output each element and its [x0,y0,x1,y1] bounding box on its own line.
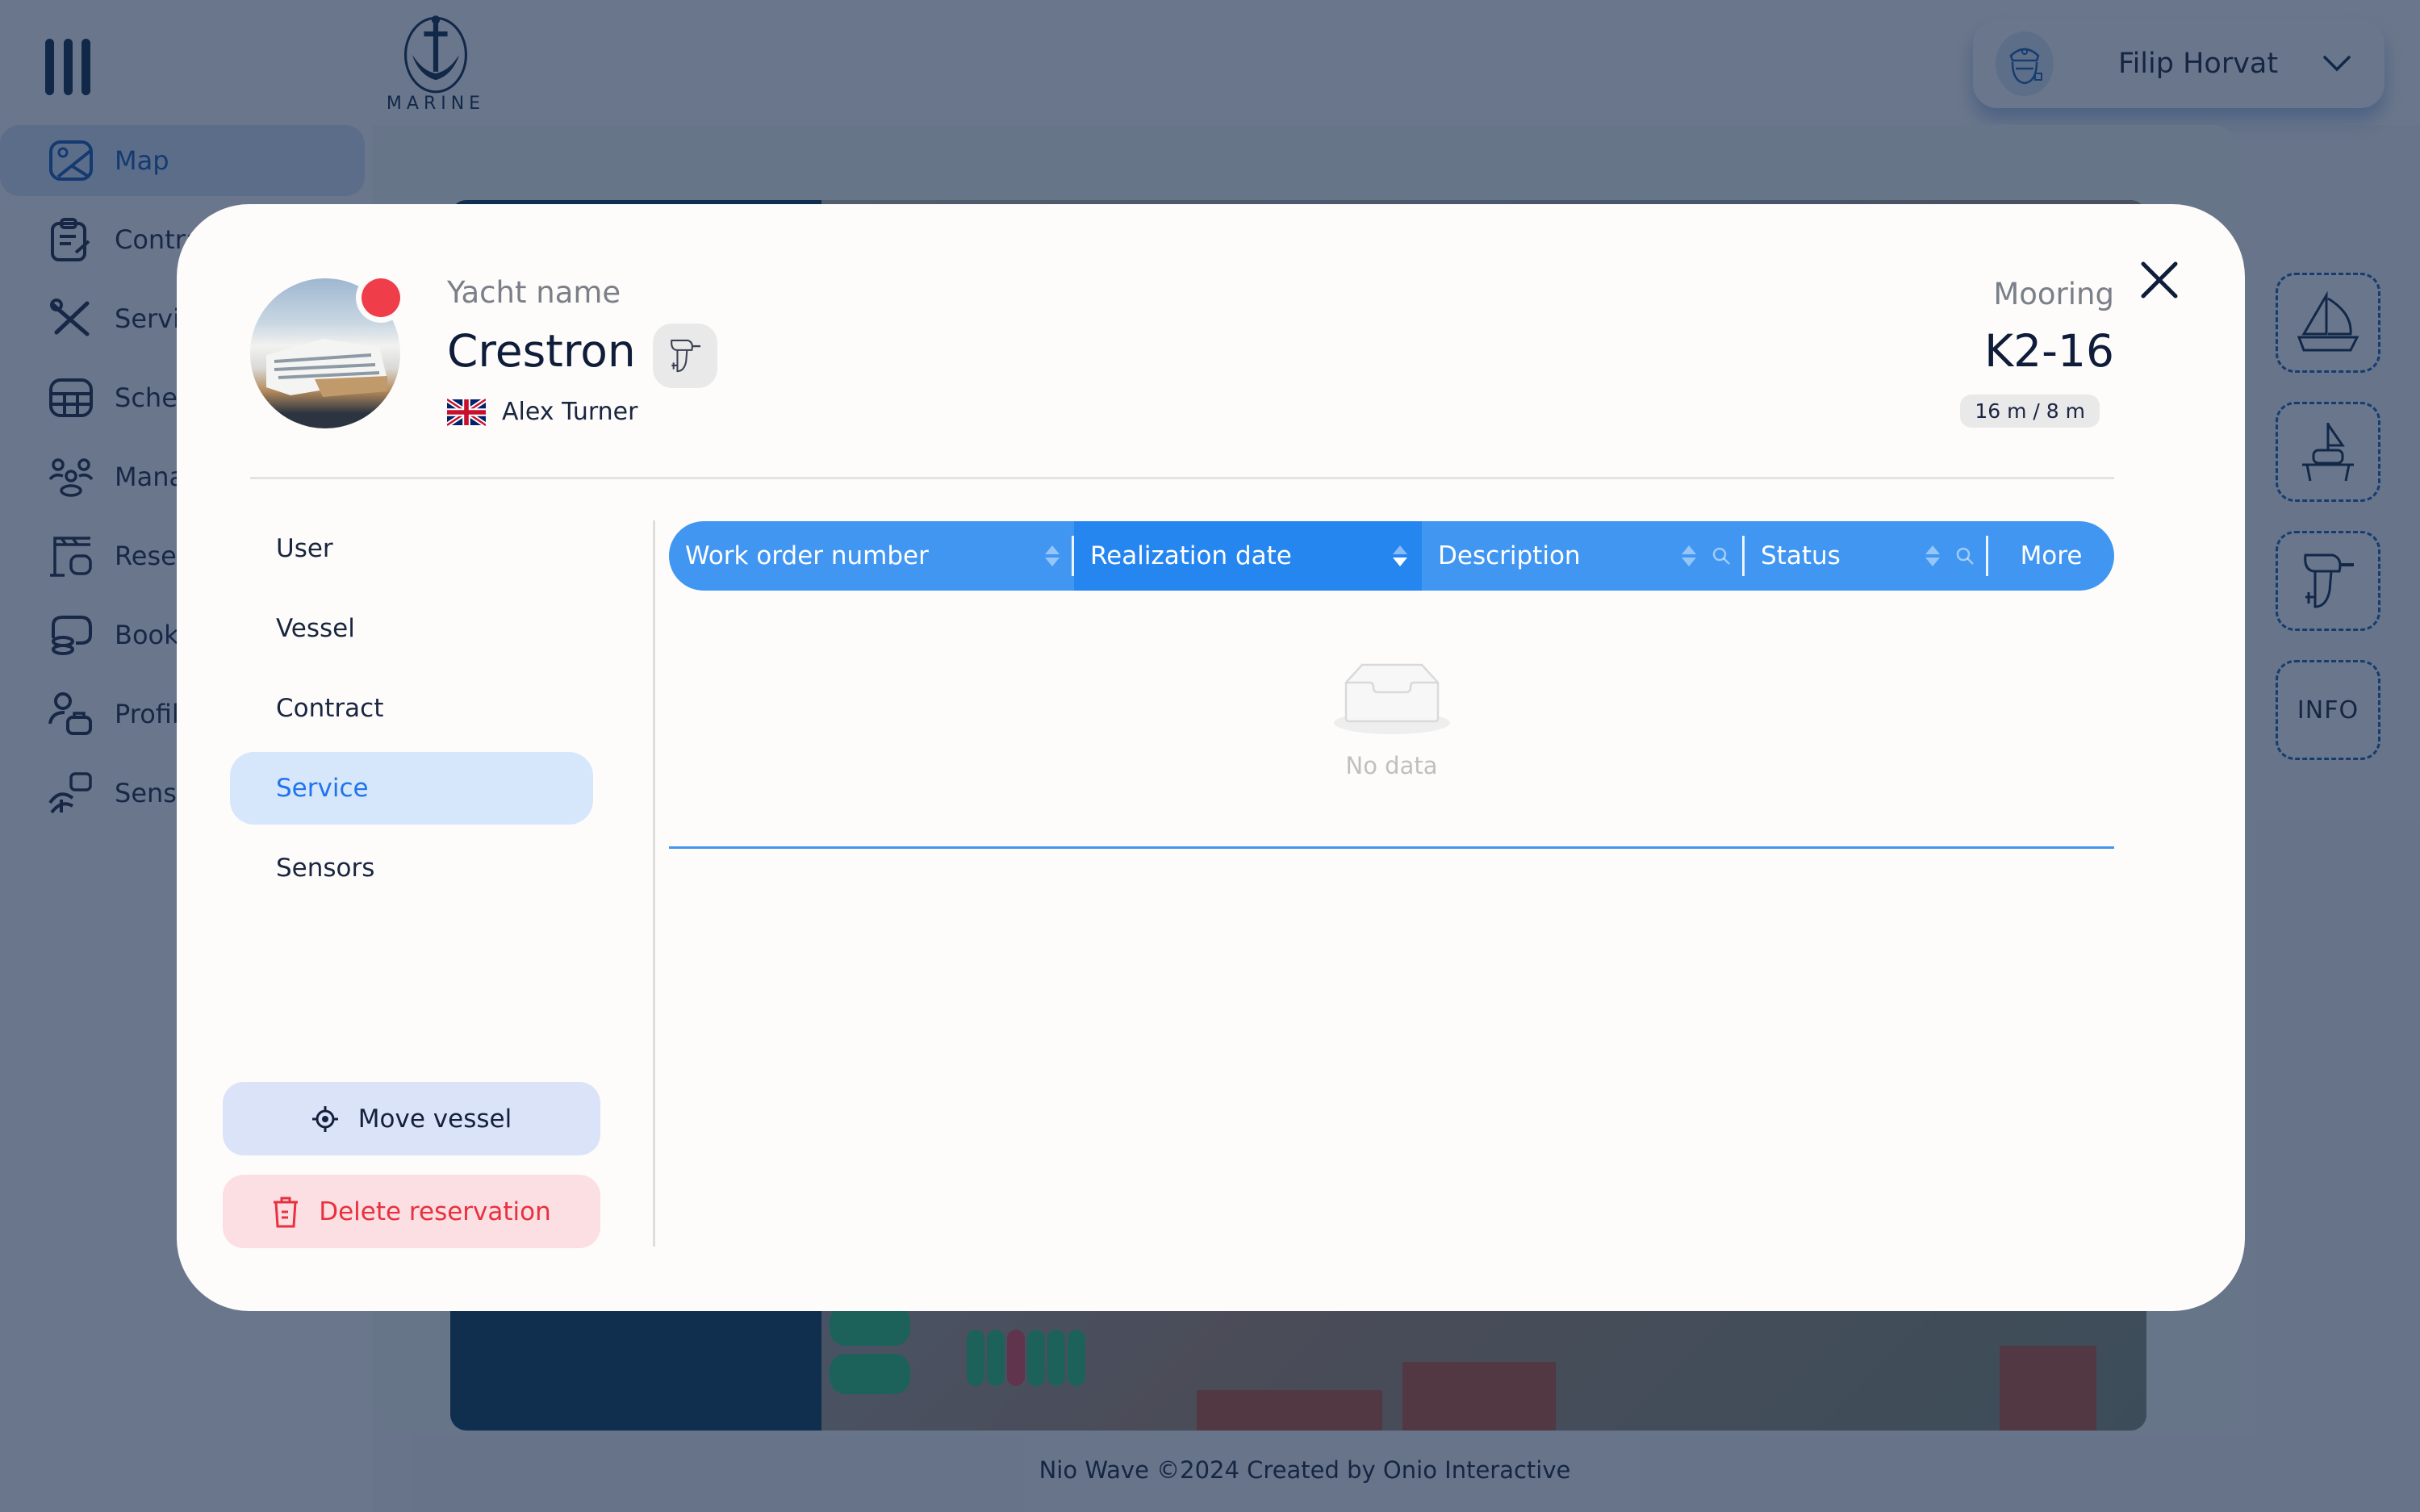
sort-icon[interactable] [1925,545,1940,566]
column-label: Work order number [685,541,929,570]
delete-reservation-label: Delete reservation [319,1197,551,1226]
mooring-label: Mooring [1993,277,2114,311]
header-divider [250,477,2114,479]
column-label: Realization date [1090,541,1292,570]
work-orders-table: Work order number Realization date Descr… [669,521,2114,849]
table-header: Work order number Realization date Descr… [669,521,2114,591]
empty-text: No data [1345,751,1438,779]
tab-user[interactable]: User [230,512,593,585]
trash-icon [274,1197,299,1227]
modal-nav: User Vessel Contract Service Sensors [230,512,601,912]
crosshair-icon [311,1105,338,1132]
table-empty-state: No data [669,591,2114,849]
tab-contract[interactable]: Contract [230,672,593,745]
uk-flag-icon [447,398,486,426]
column-label: More [2020,541,2083,570]
outboard-motor-icon [671,339,701,373]
yacht-name: Crestron [447,325,636,377]
dimensions-badge: 16 m / 8 m [1960,395,2100,428]
owner-info: Alex Turner [447,398,637,426]
sort-descending-icon[interactable] [1393,545,1407,566]
mooring-value: K2-16 [1984,325,2114,377]
vessel-type-badge [653,324,717,388]
column-header-status[interactable]: Status [1745,521,1988,591]
tab-service[interactable]: Service [230,752,593,825]
tab-vessel[interactable]: Vessel [230,592,593,665]
status-dot-red [362,278,400,317]
yacht-name-label: Yacht name [447,275,621,310]
column-header-realization-date[interactable]: Realization date [1074,521,1422,591]
column-label: Description [1438,541,1581,570]
vessel-details-modal: Yacht name Crestron Alex Turner Mooring … [177,204,2245,1311]
empty-inbox-icon [1333,663,1450,734]
search-icon[interactable] [1954,545,1975,566]
column-label: Status [1761,541,1841,570]
owner-name: Alex Turner [502,398,638,426]
panel-divider [653,520,655,1247]
search-icon[interactable] [1711,545,1732,566]
delete-reservation-button[interactable]: Delete reservation [223,1175,600,1248]
status-indicator [356,273,406,323]
tab-sensors[interactable]: Sensors [230,832,593,904]
sort-icon[interactable] [1045,545,1060,566]
move-vessel-label: Move vessel [357,1104,512,1134]
move-vessel-button[interactable]: Move vessel [223,1082,600,1155]
yacht-image [266,339,387,397]
column-header-work-order-number[interactable]: Work order number [669,521,1074,591]
column-header-description[interactable]: Description [1422,521,1745,591]
close-icon[interactable] [2137,257,2182,303]
column-header-more: More [1988,521,2114,591]
sort-icon[interactable] [1682,545,1696,566]
